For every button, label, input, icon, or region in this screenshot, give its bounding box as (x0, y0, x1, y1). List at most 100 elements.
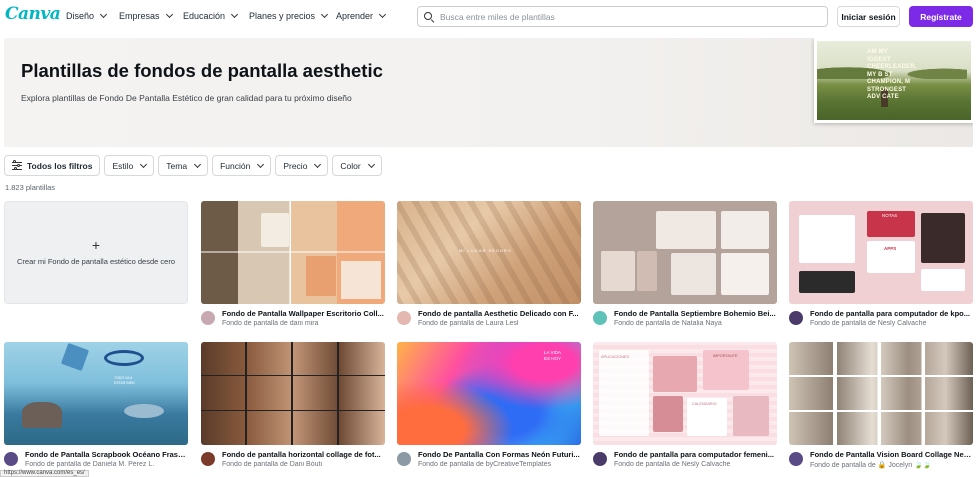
search-box[interactable] (417, 6, 828, 27)
template-card[interactable]: APLICACIONES IMPORTANTE CALENDARIO Fondo… (593, 342, 777, 472)
template-card[interactable]: Fondo de Pantalla Wallpaper Escritorio C… (201, 201, 385, 331)
nav-item-label: Empresas (119, 11, 160, 21)
avatar[interactable] (397, 311, 411, 325)
page-subtitle: Explora plantillas de Fondo De Pantalla … (21, 93, 352, 103)
nav-item-planes[interactable]: Planes y precios (249, 10, 329, 21)
login-button[interactable]: Iniciar sesión (837, 6, 900, 27)
page-title: Plantillas de fondos de pantalla aesthet… (21, 60, 383, 81)
template-author: Fondo de pantalla de Laura Lesl (418, 320, 519, 327)
template-title[interactable]: Fondo de pantalla para computador femeni… (614, 450, 777, 459)
filter-label: Tema (166, 160, 188, 171)
hero-image: AM MY IGGEST CHEERLEADER, MY B ST CHAMPI… (814, 38, 973, 123)
hero-image-text: AM MY IGGEST CHEERLEADER, MY B ST CHAMPI… (867, 49, 917, 100)
filter-label: Precio (283, 160, 308, 171)
thumbnail-text: NOTAS (882, 213, 898, 218)
create-blank-label: Crear mi Fondo de pantalla estético desd… (16, 257, 175, 266)
template-title[interactable]: Fondo de pantalla para computador de kpo… (810, 309, 973, 318)
template-thumbnail[interactable]: NOTAS APPS (789, 201, 973, 304)
plus-icon: + (91, 237, 101, 253)
template-card[interactable]: Fondo de Pantalla Vision Board Collage N… (789, 342, 973, 472)
search-icon (424, 11, 435, 23)
template-thumbnail[interactable] (789, 342, 973, 445)
template-card[interactable]: Fondo de Pantalla Septiembre Bohemio Bei… (593, 201, 777, 331)
canva-logo[interactable]: Canva (5, 4, 61, 24)
search-input[interactable] (440, 11, 810, 22)
template-thumbnail[interactable]: MI LUGAR SEGURO (397, 201, 581, 304)
chevron-down-icon (367, 160, 375, 168)
template-author: Fondo de pantalla de Dani Bóuti (222, 461, 323, 468)
thumbnail-text: MI LUGAR SEGURO (459, 248, 512, 253)
status-bar-url: https://www.canva.com/es_es/ (0, 470, 89, 477)
filter-bar: Todos los filtros Estilo Tema Función Pr… (4, 155, 382, 176)
template-title[interactable]: Fondo de Pantalla Wallpaper Escritorio C… (222, 309, 385, 318)
chevron-down-icon (165, 10, 173, 19)
all-filters-label: Todos los filtros (27, 160, 93, 171)
chevron-down-icon (230, 10, 239, 19)
filter-label: Función (220, 160, 251, 171)
nav-item-label: Aprender (336, 11, 374, 21)
thumbnail-text: IMPORTANTE (713, 354, 738, 358)
nav-item-label: Planes y precios (249, 11, 316, 21)
filter-precio[interactable]: Precio (275, 155, 329, 176)
template-author: Fondo de pantalla de dani mira (222, 320, 319, 327)
template-author: Fondo de pantalla de byCreativeTemplates (418, 461, 552, 468)
avatar[interactable] (789, 452, 803, 466)
results-count: 1.823 plantillas (5, 183, 56, 192)
template-title[interactable]: Fondo de Pantalla Scrapbook Océano Frase… (25, 450, 188, 459)
top-navigation: Canva Diseño Empresas Educación Planes y… (0, 0, 980, 34)
filter-color[interactable]: Color (332, 155, 382, 176)
template-author: Fondo de pantalla de Nesly Calvache (810, 320, 927, 327)
nav-item-label: Educación (183, 11, 226, 21)
template-thumbnail[interactable] (201, 342, 385, 445)
template-thumbnail[interactable]: APLICACIONES IMPORTANTE CALENDARIO (593, 342, 777, 445)
all-filters-button[interactable]: Todos los filtros (4, 155, 101, 176)
chevron-down-icon (99, 10, 108, 19)
template-thumbnail[interactable]: LA VIDA ES HOY (397, 342, 581, 445)
thumbnail-text: CALENDARIO (692, 402, 717, 406)
template-card[interactable]: TODO VA A ESTAR BIEN Fondo de Pantalla S… (4, 342, 188, 472)
avatar[interactable] (789, 311, 803, 325)
filter-funcion[interactable]: Función (212, 155, 272, 176)
avatar[interactable] (397, 452, 411, 466)
template-card[interactable]: Fondo de pantalla horizontal collage de … (201, 342, 385, 472)
avatar[interactable] (201, 452, 215, 466)
thumbnail-text: TODO VA A ESTAR BIEN (114, 376, 135, 385)
nav-item-label: Diseño (66, 11, 95, 21)
chevron-down-icon (321, 10, 329, 19)
nav-item-aprender[interactable]: Aprender (336, 10, 387, 21)
avatar[interactable] (201, 311, 215, 325)
avatar[interactable] (593, 311, 607, 325)
chevron-down-icon (314, 160, 322, 168)
template-title[interactable]: Fondo de Pantalla Septiembre Bohemio Bei… (614, 309, 777, 318)
filters-icon (12, 160, 22, 170)
template-card[interactable]: LA VIDA ES HOY Fondo De Pantalla Con For… (397, 342, 581, 472)
thumbnail-text: APLICACIONES (601, 355, 630, 359)
nav-item-educacion[interactable]: Educación (183, 10, 239, 21)
template-card[interactable]: NOTAS APPS Fondo de pantalla para comput… (789, 201, 973, 331)
template-thumbnail[interactable]: TODO VA A ESTAR BIEN (4, 342, 188, 445)
hero-banner: Plantillas de fondos de pantalla aesthet… (4, 38, 973, 147)
filter-label: Color (340, 160, 361, 171)
filter-estilo[interactable]: Estilo (104, 155, 155, 176)
template-thumbnail[interactable] (201, 201, 385, 304)
template-title[interactable]: Fondo de pantalla horizontal collage de … (222, 450, 385, 459)
avatar[interactable] (4, 452, 18, 466)
register-button[interactable]: Regístrate (909, 6, 973, 27)
chevron-down-icon (378, 10, 387, 19)
filter-tema[interactable]: Tema (158, 155, 209, 176)
nav-item-empresas[interactable]: Empresas (119, 10, 173, 21)
template-author: Fondo de pantalla de 🔒 Jocelyn 🍃🍃 (810, 462, 932, 469)
chevron-down-icon (194, 160, 202, 168)
template-title[interactable]: Fondo De Pantalla Con Formas Neón Futuri… (418, 450, 581, 459)
avatar[interactable] (593, 452, 607, 466)
thumbnail-text: APPS (884, 246, 897, 251)
template-card[interactable]: MI LUGAR SEGURO Fondo de pantalla Aesthe… (397, 201, 581, 331)
create-blank-card[interactable]: + Crear mi Fondo de pantalla estético de… (4, 201, 188, 304)
filter-label: Estilo (112, 160, 134, 171)
nav-item-diseno[interactable]: Diseño (66, 10, 108, 21)
chevron-down-icon (140, 160, 148, 168)
template-thumbnail[interactable] (593, 201, 777, 304)
template-title[interactable]: Fondo de pantalla Aesthetic Delicado con… (418, 309, 581, 318)
template-author: Fondo de pantalla de Natalia Naya (614, 320, 722, 327)
template-title[interactable]: Fondo de Pantalla Vision Board Collage N… (810, 450, 973, 459)
